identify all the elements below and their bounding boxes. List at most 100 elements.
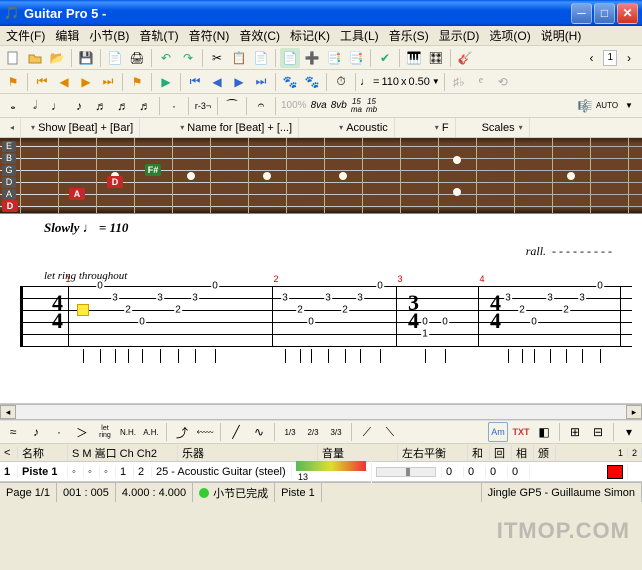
page-indicator[interactable]: 1 bbox=[603, 50, 617, 66]
copy-button[interactable]: 📋 bbox=[229, 48, 249, 68]
ch1[interactable]: 1 bbox=[116, 466, 134, 478]
tab-note[interactable]: 3 bbox=[578, 293, 586, 304]
tab-note[interactable]: 0 bbox=[530, 317, 538, 328]
key-dropdown[interactable]: ▾ F bbox=[425, 118, 456, 137]
page-next-button[interactable]: › bbox=[619, 48, 639, 68]
ch2[interactable]: 2 bbox=[134, 466, 152, 478]
menu-marker[interactable]: 标记(K) bbox=[290, 27, 330, 44]
tab-note[interactable]: 0 bbox=[421, 317, 429, 328]
key-sig-button[interactable]: ♯♭ bbox=[449, 72, 469, 92]
marker-add-button[interactable]: ⚑ bbox=[127, 72, 147, 92]
tab-note[interactable]: 3 bbox=[324, 293, 332, 304]
whole-note-button[interactable]: 𝅝 bbox=[3, 96, 23, 116]
edit-cursor[interactable] bbox=[77, 304, 89, 316]
track-color[interactable] bbox=[603, 465, 628, 479]
score-area[interactable]: Slowly ♩ = 110 rall. - - - - - - - - - l… bbox=[0, 214, 642, 404]
tab-note[interactable]: 3 bbox=[281, 293, 289, 304]
bend-button[interactable]: ⤴ bbox=[172, 422, 192, 442]
print-button[interactable]: 🖨 bbox=[127, 48, 147, 68]
copy-track-button[interactable]: 📑 bbox=[346, 48, 366, 68]
chord-tool-button[interactable]: 🎼 bbox=[575, 96, 595, 116]
frac-13-button[interactable]: 1/3 bbox=[280, 422, 300, 442]
tab-note[interactable]: 3 bbox=[191, 293, 199, 304]
track-arrow[interactable]: < bbox=[0, 447, 18, 459]
midi-button[interactable]: 🎹 bbox=[404, 48, 424, 68]
add-track-button[interactable]: ➕ bbox=[302, 48, 322, 68]
next-button[interactable]: ▶ bbox=[229, 72, 249, 92]
dropdown-arrow[interactable]: ▼ bbox=[619, 96, 639, 116]
extra-toggle[interactable]: ◦ bbox=[100, 466, 116, 478]
maximize-button[interactable]: □ bbox=[594, 3, 615, 24]
8va-button[interactable]: 8va bbox=[310, 96, 328, 116]
stroke-button[interactable]: ⟍ bbox=[380, 422, 400, 442]
check-button[interactable]: ✔ bbox=[375, 48, 395, 68]
tab-note[interactable]: 2 bbox=[341, 305, 349, 316]
minimize-button[interactable]: ─ bbox=[571, 3, 592, 24]
thirtysecond-note-button[interactable]: ♬ bbox=[113, 96, 133, 116]
marker-list-button[interactable]: ⚑ bbox=[3, 72, 23, 92]
volume-cell[interactable]: 13 bbox=[292, 461, 372, 483]
prev-button[interactable]: ◀ bbox=[207, 72, 227, 92]
instrument-name[interactable]: 25 - Acoustic Guitar (steel) bbox=[152, 466, 292, 478]
repeat-button[interactable]: ⟲ bbox=[493, 72, 513, 92]
tab-note[interactable]: 2 bbox=[518, 305, 526, 316]
15ma-button[interactable]: 15ma bbox=[350, 96, 363, 116]
tab-note[interactable]: 0 bbox=[441, 317, 449, 328]
fret-note[interactable]: F# bbox=[145, 164, 161, 176]
half-note-button[interactable]: 𝅗𝅥 bbox=[25, 96, 45, 116]
countdown-button[interactable]: ⏱ bbox=[331, 72, 351, 92]
time-sig-button[interactable]: 𝄴 bbox=[471, 72, 491, 92]
dead-note-button[interactable]: · bbox=[49, 422, 69, 442]
fret-note[interactable]: A bbox=[69, 188, 85, 200]
menu-bar[interactable]: 小节(B) bbox=[89, 27, 129, 44]
scroll-right-button[interactable]: ▸ bbox=[626, 405, 642, 419]
nh-button[interactable]: N.H. bbox=[118, 422, 138, 442]
tab-note[interactable]: 0 bbox=[211, 281, 219, 292]
prev-chord-button[interactable]: ◂ bbox=[0, 118, 21, 137]
menu-file[interactable]: 文件(F) bbox=[6, 27, 45, 44]
xiang-val[interactable]: 0 bbox=[486, 466, 508, 478]
ghost-note-button[interactable]: ≈ bbox=[3, 422, 23, 442]
he-val[interactable]: 0 bbox=[442, 466, 464, 478]
tab-note[interactable]: 3 bbox=[156, 293, 164, 304]
close-button[interactable]: ✕ bbox=[617, 3, 638, 24]
track-name[interactable]: Piste 1 bbox=[18, 466, 68, 478]
frac-23-button[interactable]: 2/3 bbox=[303, 422, 323, 442]
scales-dropdown[interactable]: Scales▾ bbox=[476, 118, 530, 137]
hui-val[interactable]: 0 bbox=[464, 466, 486, 478]
eighth-note-button[interactable]: ♪ bbox=[69, 96, 89, 116]
menu-track[interactable]: 音轨(T) bbox=[139, 27, 178, 44]
name-dropdown[interactable]: ▾ Name for [Beat] + [...] bbox=[170, 118, 299, 137]
pan-cell[interactable] bbox=[372, 467, 442, 477]
page-prev-button[interactable]: ‹ bbox=[581, 48, 601, 68]
tab-note[interactable]: 2 bbox=[296, 305, 304, 316]
palm-mute-button[interactable]: ⟋ bbox=[357, 422, 377, 442]
redo-button[interactable]: ↷ bbox=[178, 48, 198, 68]
horizontal-scrollbar[interactable]: ◂ ▸ bbox=[0, 404, 642, 420]
tab-note[interactable]: 0 bbox=[138, 317, 146, 328]
browse-button[interactable]: 📂 bbox=[47, 48, 67, 68]
track-props-button[interactable]: 📑 bbox=[324, 48, 344, 68]
ah-button[interactable]: A.H. bbox=[141, 422, 161, 442]
tie-button[interactable]: ⁀ bbox=[222, 96, 242, 116]
menu-note[interactable]: 音符(N) bbox=[189, 27, 230, 44]
menu-music[interactable]: 音乐(S) bbox=[389, 27, 429, 44]
cut-button[interactable]: ✂ bbox=[207, 48, 227, 68]
print-preview-button[interactable]: 📄 bbox=[105, 48, 125, 68]
show-dropdown[interactable]: ▾ Show [Beat] + [Bar] bbox=[21, 118, 140, 137]
pin-val[interactable]: 0 bbox=[508, 466, 530, 478]
tuner-button[interactable]: 🎸 bbox=[455, 48, 475, 68]
menu-effect[interactable]: 音效(C) bbox=[239, 27, 280, 44]
frac-33-button[interactable]: 3/3 bbox=[326, 422, 346, 442]
text-button[interactable]: TXT bbox=[511, 422, 531, 442]
15mb-button[interactable]: 15mb bbox=[365, 96, 378, 116]
fermata-button[interactable]: 𝄐 bbox=[251, 96, 271, 116]
mute-toggle[interactable]: ◦ bbox=[84, 466, 100, 478]
new-button[interactable] bbox=[3, 48, 23, 68]
tab-staff[interactable]: 44344412340320323032032300103203230 bbox=[20, 286, 632, 346]
marker-next-button[interactable]: ▶ bbox=[76, 72, 96, 92]
fret-note[interactable]: D bbox=[2, 200, 18, 212]
tab-note[interactable]: 2 bbox=[174, 305, 182, 316]
score-info-button[interactable]: 📄 bbox=[280, 48, 300, 68]
scroll-left-button[interactable]: ◂ bbox=[0, 405, 16, 419]
